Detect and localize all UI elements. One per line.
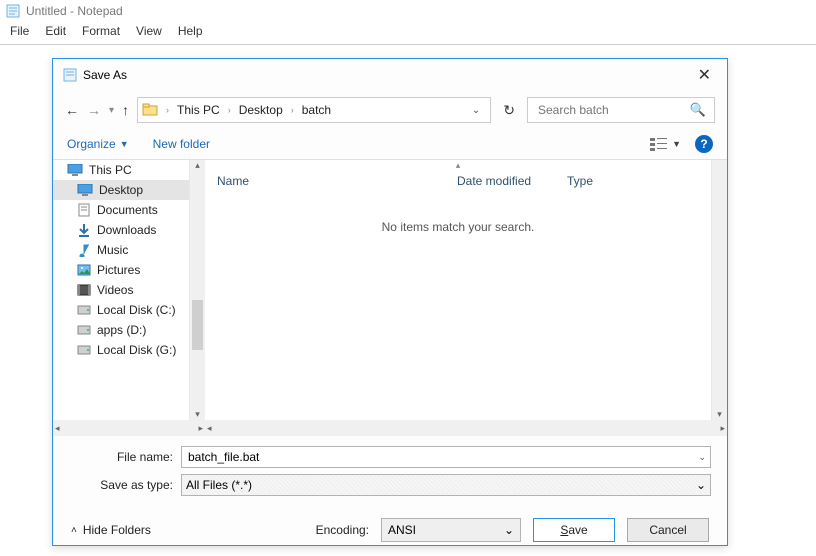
pc-icon <box>67 164 83 176</box>
downloads-icon <box>77 223 91 237</box>
horizontal-scrollbars[interactable]: ◂▸ ◂▸ <box>53 420 727 436</box>
chevron-down-icon: ▼ <box>672 139 681 149</box>
music-icon <box>77 243 91 257</box>
tree-desktop[interactable]: Desktop <box>53 180 189 200</box>
scrollbar-thumb[interactable] <box>192 300 203 350</box>
refresh-button[interactable]: ↻ <box>499 100 519 121</box>
menubar-divider <box>0 44 816 45</box>
chevron-right-icon: › <box>226 105 233 115</box>
menu-format[interactable]: Format <box>82 24 120 38</box>
close-button[interactable]: ✕ <box>692 65 717 85</box>
crumb-this-pc[interactable]: This PC <box>173 103 224 117</box>
navtree-hscroll[interactable]: ◂▸ <box>53 420 205 436</box>
tree-apps-d[interactable]: apps (D:) <box>53 320 189 340</box>
notepad-icon <box>6 4 20 18</box>
hide-folders-button[interactable]: ˄ Hide Folders <box>71 523 151 537</box>
tree-local-c[interactable]: Local Disk (C:) <box>53 300 189 320</box>
nav-tree[interactable]: This PC Desktop Documents Downloads Musi… <box>53 160 189 420</box>
savetype-value: All Files (*.*) <box>186 478 252 492</box>
folder-icon <box>142 102 158 118</box>
drive-icon <box>77 325 91 335</box>
view-options-button[interactable]: ▼ <box>650 137 681 151</box>
help-button[interactable]: ? <box>695 135 713 153</box>
cancel-button[interactable]: Cancel <box>627 518 709 542</box>
column-name[interactable]: Name <box>217 174 457 188</box>
chevron-right-icon: › <box>289 105 296 115</box>
scroll-up-icon[interactable]: ▴ <box>190 160 205 171</box>
scroll-down-icon[interactable]: ▾ <box>190 409 205 420</box>
filename-label: File name: <box>69 450 181 464</box>
tree-pictures[interactable]: Pictures <box>53 260 189 280</box>
tree-videos[interactable]: Videos <box>53 280 189 300</box>
encoding-value: ANSI <box>388 523 416 537</box>
save-button[interactable]: Save <box>533 518 615 542</box>
notepad-titlebar: Untitled - Notepad <box>0 0 816 22</box>
address-dropdown-icon[interactable]: ⌄ <box>466 105 486 116</box>
search-icon[interactable]: 🔍 <box>690 102 706 118</box>
back-button[interactable]: ← <box>65 102 79 118</box>
chevron-right-icon: › <box>164 105 171 115</box>
dialog-icon <box>63 68 77 82</box>
save-as-dialog: Save As ✕ ← → ▾ ↑ › This PC › Desktop › … <box>52 58 728 546</box>
encoding-dropdown-icon[interactable]: ⌄ <box>504 523 514 537</box>
notepad-title: Untitled - Notepad <box>26 4 123 18</box>
file-pane: ▴ Name Date modified Type No items match… <box>205 160 711 420</box>
dialog-title-text: Save As <box>83 68 127 82</box>
filename-dropdown-icon[interactable]: ⌄ <box>698 452 706 463</box>
videos-icon <box>77 284 91 296</box>
view-icon <box>650 137 668 151</box>
empty-message: No items match your search. <box>205 192 711 420</box>
savetype-label: Save as type: <box>69 478 181 492</box>
menu-view[interactable]: View <box>136 24 162 38</box>
dialog-titlebar: Save As ✕ <box>53 59 727 91</box>
filename-field[interactable]: ⌄ <box>181 446 711 468</box>
tree-local-g[interactable]: Local Disk (G:) <box>53 340 189 360</box>
nav-row: ← → ▾ ↑ › This PC › Desktop › batch ⌄ ↻ … <box>53 91 727 129</box>
search-box[interactable]: 🔍 <box>527 97 715 123</box>
column-date[interactable]: Date modified <box>457 174 567 188</box>
crumb-batch[interactable]: batch <box>298 103 335 117</box>
menu-edit[interactable]: Edit <box>45 24 66 38</box>
pictures-icon <box>77 264 91 276</box>
navtree-scrollbar[interactable]: ▴ ▾ <box>189 160 205 420</box>
filepane-hscroll[interactable]: ◂▸ <box>205 420 727 436</box>
search-input[interactable] <box>536 102 686 118</box>
dialog-footer: ˄ Hide Folders Encoding: ANSI ⌄ Save Can… <box>53 506 727 556</box>
menu-help[interactable]: Help <box>178 24 203 38</box>
column-headers: Name Date modified Type <box>205 170 711 192</box>
desktop-icon <box>77 184 93 196</box>
encoding-select[interactable]: ANSI ⌄ <box>381 518 521 542</box>
encoding-label: Encoding: <box>316 523 369 537</box>
menubar: File Edit Format View Help <box>0 22 816 44</box>
drive-icon <box>77 345 91 355</box>
form-area: File name: ⌄ Save as type: All Files (*.… <box>53 436 727 506</box>
filename-input[interactable] <box>186 449 698 465</box>
savetype-dropdown-icon[interactable]: ⌄ <box>696 478 706 492</box>
scroll-down-icon[interactable]: ▾ <box>712 409 727 420</box>
filepane-scrollbar[interactable]: ▴ ▾ <box>711 160 727 420</box>
organize-button[interactable]: Organize ▼ <box>67 137 129 151</box>
crumb-desktop[interactable]: Desktop <box>235 103 287 117</box>
chevron-up-icon: ˄ <box>71 525 77 536</box>
drive-icon <box>77 305 91 315</box>
documents-icon <box>77 203 91 217</box>
tree-music[interactable]: Music <box>53 240 189 260</box>
explorer-toolbar: Organize ▼ New folder ▼ ? <box>53 129 727 160</box>
tree-this-pc[interactable]: This PC <box>53 160 189 180</box>
chevron-down-icon: ▼ <box>120 139 129 149</box>
sort-indicator: ▴ <box>205 160 711 170</box>
up-button[interactable]: ↑ <box>122 102 129 118</box>
explorer-body: This PC Desktop Documents Downloads Musi… <box>53 160 727 420</box>
menu-file[interactable]: File <box>10 24 29 38</box>
new-folder-button[interactable]: New folder <box>153 137 210 151</box>
recent-locations-button[interactable]: ▾ <box>109 105 114 116</box>
forward-button[interactable]: → <box>87 102 101 118</box>
tree-downloads[interactable]: Downloads <box>53 220 189 240</box>
savetype-field[interactable]: All Files (*.*) ⌄ <box>181 474 711 496</box>
column-type[interactable]: Type <box>567 174 699 188</box>
address-bar[interactable]: › This PC › Desktop › batch ⌄ <box>137 97 491 123</box>
tree-documents[interactable]: Documents <box>53 200 189 220</box>
